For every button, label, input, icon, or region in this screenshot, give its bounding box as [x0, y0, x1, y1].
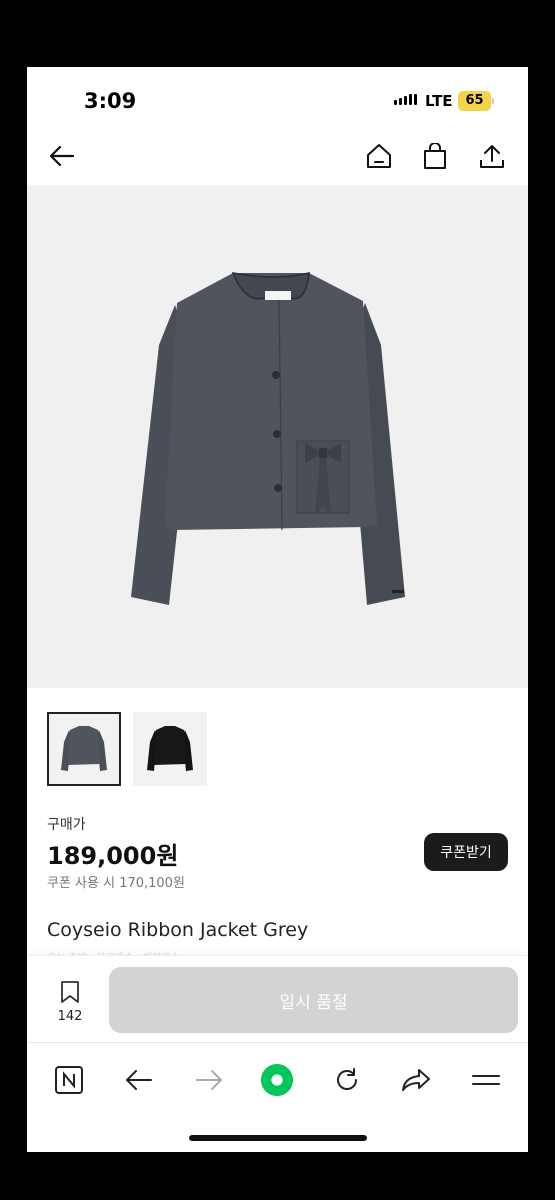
home-icon[interactable]: [364, 141, 394, 171]
network-label: LTE: [425, 92, 453, 110]
share-arrow-icon[interactable]: [399, 1063, 433, 1097]
bookmark-icon: [61, 981, 79, 1003]
sold-out-button[interactable]: 일시 품절: [109, 967, 518, 1033]
product-price: 189,000원: [47, 842, 179, 870]
battery-indicator: 65: [458, 91, 494, 111]
bookmark-count: 142: [57, 1009, 83, 1024]
coupon-button[interactable]: 쿠폰받기: [424, 833, 508, 871]
shopping-bag-icon[interactable]: [420, 141, 450, 171]
thumbnail-grey[interactable]: [47, 712, 121, 786]
browser-toolbar: [27, 1042, 528, 1152]
purchase-bar: 142 일시 품절: [27, 955, 528, 1037]
refresh-icon[interactable]: [330, 1063, 364, 1097]
forward-icon[interactable]: [192, 1063, 226, 1097]
home-indicator: [189, 1135, 367, 1141]
thumbnail-black[interactable]: [133, 712, 207, 786]
bookmark-button[interactable]: 142: [53, 980, 87, 1024]
top-nav: [27, 127, 528, 185]
menu-icon[interactable]: [469, 1063, 503, 1097]
signal-icon: [394, 94, 417, 105]
green-dot-icon[interactable]: [260, 1063, 294, 1097]
jacket-illustration: [131, 272, 405, 605]
coupon-price-note: 쿠폰 사용 시 170,100원: [47, 876, 185, 891]
naver-n-icon[interactable]: [52, 1063, 86, 1097]
status-time: 3:09: [84, 89, 137, 113]
product-image[interactable]: [27, 185, 528, 688]
purchase-label: 구매가: [47, 817, 86, 833]
product-name: Coyseio Ribbon Jacket Grey: [47, 919, 309, 941]
status-bar: 3:09 LTE 65: [27, 67, 528, 127]
back-arrow-icon[interactable]: [47, 141, 77, 171]
phone-screen: 3:09 LTE 65 구매가 189,000원 쿠폰 사용 시 170,100…: [27, 67, 528, 1152]
back-icon[interactable]: [122, 1063, 156, 1097]
share-icon[interactable]: [477, 141, 507, 171]
